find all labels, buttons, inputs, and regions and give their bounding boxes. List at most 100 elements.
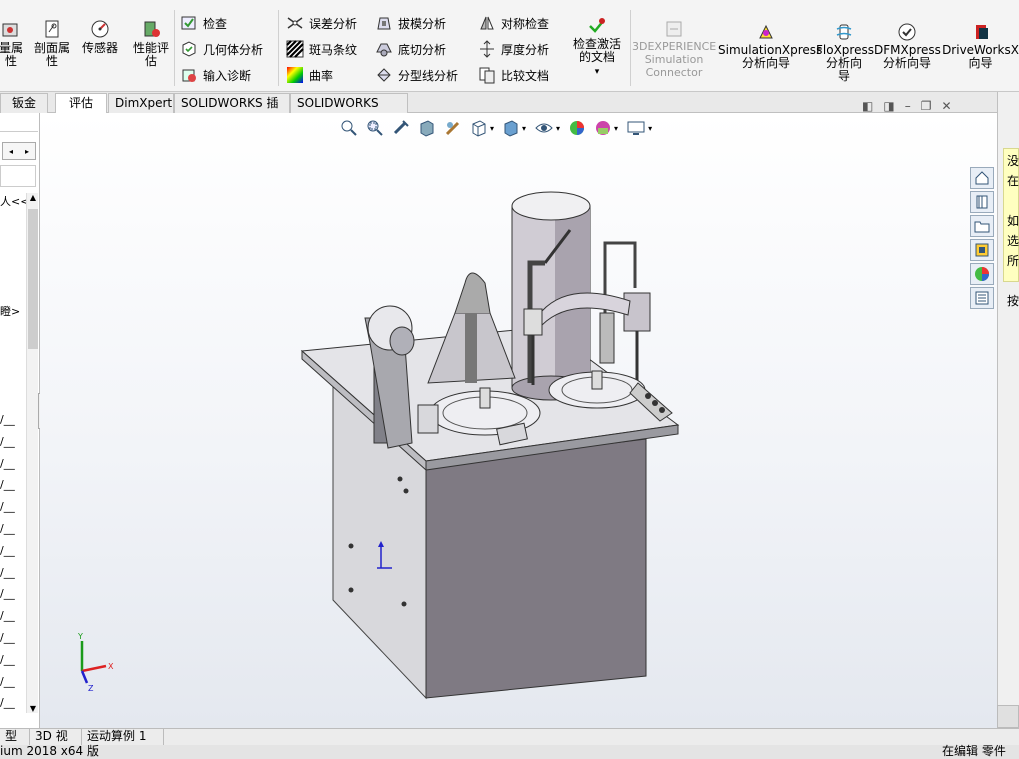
compare-documents-button[interactable]: 比较文档: [478, 64, 549, 86]
scroll-left-icon[interactable]: ◂: [9, 147, 13, 156]
draft-analysis-button[interactable]: 拔模分析: [375, 12, 446, 34]
tab-model[interactable]: 型: [0, 729, 30, 745]
tray-hole: [645, 393, 651, 399]
tab-sheet-metal[interactable]: 钣金: [0, 93, 48, 113]
section-properties-button[interactable]: 剖面属 性: [30, 18, 74, 68]
document-window-controls: ◧ ◨ – ❐ ✕: [862, 99, 952, 113]
spindle-left: [479, 387, 491, 409]
zebra-stripes-icon: [286, 40, 304, 58]
tree-item[interactable]: /__: [0, 696, 15, 709]
tab-evaluate[interactable]: 评估: [55, 93, 107, 113]
undercut-analysis-button[interactable]: 底切分析: [375, 38, 446, 60]
driveworksxpress-button[interactable]: DriveWorksX 向导: [942, 22, 1019, 70]
performance-evaluation-label: 性能评 估: [132, 41, 169, 68]
file-explorer-icon[interactable]: [970, 215, 994, 237]
design-library-icon[interactable]: [970, 191, 994, 213]
floxpress-label: FloXpress 分析向 导: [816, 43, 874, 83]
panel-scroll-buttons[interactable]: ◂ ▸: [2, 142, 36, 160]
tree-item[interactable]: /__: [0, 500, 15, 513]
tree-item[interactable]: /__: [0, 566, 15, 579]
scroll-down-icon[interactable]: ▼: [27, 704, 39, 713]
view-triad: Y X Z: [77, 632, 114, 691]
sensor-button[interactable]: 传感器: [78, 18, 122, 55]
dfmxpress-icon: [898, 23, 916, 41]
symmetry-check-button[interactable]: 对称检查: [478, 12, 549, 34]
clamp-block: [417, 404, 439, 434]
graphics-area[interactable]: ▾ ▾ ▾ ▾ ▾ ◧ ◨ – ❐ ✕ Y X Z: [40, 99, 997, 728]
simulationxpress-button[interactable]: SimulationXpress 分析向导: [718, 22, 822, 70]
appearances-scenes-icon[interactable]: [970, 263, 994, 285]
restore-icon[interactable]: ❐: [921, 99, 932, 113]
motor-hub: [389, 326, 415, 356]
undercut-analysis-icon: [376, 43, 392, 57]
import-diagnostics-icon: [182, 69, 196, 82]
bolt-hole: [397, 476, 403, 482]
check-active-document-label: 检查激活 的文档: [572, 37, 621, 64]
symmetry-check-label: 对称检查: [501, 16, 550, 31]
geometry-analysis-button[interactable]: 几何体分析: [180, 38, 263, 60]
tree-scrollbar[interactable]: ▲ ▼: [26, 193, 38, 713]
performance-evaluation-button[interactable]: 性能评 估: [130, 18, 172, 68]
bolt-hole: [348, 543, 354, 549]
check-active-document-icon: [589, 18, 605, 33]
sensor-icon: [91, 20, 109, 38]
machine-model-3d[interactable]: [40, 113, 997, 728]
tray-hole: [652, 400, 658, 406]
previous-window-icon[interactable]: ◧: [862, 99, 873, 113]
task-pane-scrollbar[interactable]: [997, 705, 1019, 728]
compare-documents-icon: [479, 67, 495, 84]
scroll-right-icon[interactable]: ▸: [25, 147, 29, 156]
hopper-arch: [454, 272, 491, 314]
tab-motion-study-1[interactable]: 运动算例 1: [82, 729, 164, 745]
parting-line-analysis-icon: [377, 68, 391, 82]
view-palette-icon[interactable]: [970, 239, 994, 261]
tree-item[interactable]: /__: [0, 544, 15, 557]
tree-item[interactable]: /__: [0, 457, 15, 470]
next-window-icon[interactable]: ◨: [883, 99, 894, 113]
curvature-button[interactable]: 曲率: [286, 64, 333, 86]
ribbon-separator: [630, 10, 631, 86]
tree-item[interactable]: /__: [0, 675, 15, 688]
tree-item[interactable]: /__: [0, 609, 15, 622]
simulation-connector-button[interactable]: 3DEXPERIENCE Simulation Connector: [632, 20, 716, 79]
dropdown-arrow-icon[interactable]: ▾: [568, 66, 626, 79]
section-properties-label: 剖面属 性: [33, 41, 70, 68]
tab-3d-views[interactable]: 3D 视图: [30, 729, 82, 758]
tree-item[interactable]: /__: [0, 631, 15, 644]
solidworks-resources-icon[interactable]: [970, 167, 994, 189]
deviation-analysis-button[interactable]: 误差分析: [286, 12, 357, 34]
check-button[interactable]: 检查: [180, 12, 227, 34]
tree-item[interactable]: /__: [0, 435, 15, 448]
compare-documents-label: 比较文档: [501, 68, 550, 83]
tree-item[interactable]: /__: [0, 522, 15, 535]
thickness-analysis-button[interactable]: 厚度分析: [478, 38, 549, 60]
dfmxpress-button[interactable]: DFMXpress 分析向导: [874, 22, 941, 70]
tray-hole: [659, 407, 665, 413]
close-icon[interactable]: ✕: [941, 99, 951, 113]
thickness-analysis-label: 厚度分析: [501, 42, 550, 57]
check-active-document-button[interactable]: 检查激活 的文档 ▾: [568, 16, 626, 79]
simulationxpress-icon: [759, 24, 773, 39]
zebra-stripes-button[interactable]: 斑马条纹: [286, 38, 357, 60]
custom-properties-icon[interactable]: [970, 287, 994, 309]
mass-properties-button[interactable]: 量属 性: [0, 18, 26, 68]
ribbon-separator: [174, 10, 175, 86]
dfmxpress-label: DFMXpress 分析向导: [874, 43, 941, 70]
tab-solidworks-mbd[interactable]: SOLIDWORKS MBD: [290, 93, 408, 128]
tab-dimxpert[interactable]: DimXpert: [108, 93, 174, 113]
filter-box[interactable]: [0, 165, 36, 187]
parting-line-analysis-button[interactable]: 分型线分析: [375, 64, 458, 86]
import-diagnostics-button[interactable]: 输入诊断: [180, 64, 251, 86]
floxpress-button[interactable]: FloXpress 分析向 导: [816, 22, 874, 83]
tab-solidworks-addins[interactable]: SOLIDWORKS 插件: [174, 93, 290, 128]
tree-item[interactable]: /__: [0, 653, 15, 666]
tree-item[interactable]: /__: [0, 587, 15, 600]
scrollbar-thumb[interactable]: [28, 209, 38, 349]
bolt-hole: [403, 488, 409, 494]
minimize-icon[interactable]: –: [905, 99, 911, 113]
thickness-analysis-icon: [480, 40, 494, 58]
tree-item[interactable]: /__: [0, 413, 15, 426]
status-editing-text: 在编辑 零件: [942, 744, 1006, 758]
tree-item[interactable]: /__: [0, 478, 15, 491]
scroll-up-icon[interactable]: ▲: [27, 193, 39, 202]
